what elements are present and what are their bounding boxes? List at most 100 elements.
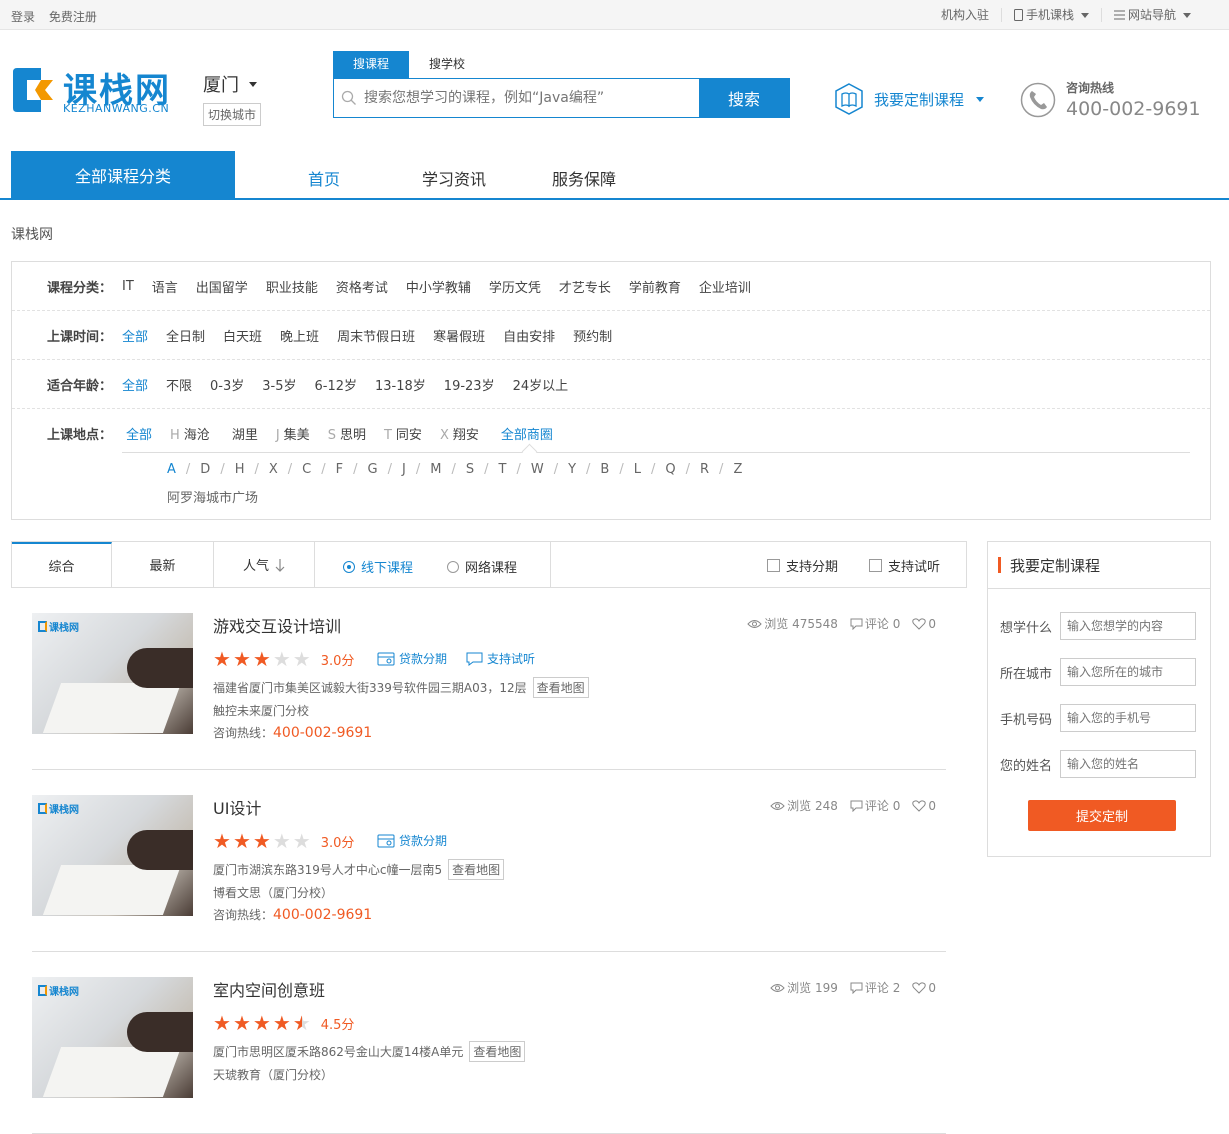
filter-option[interactable]: 晚上班 [280, 326, 319, 345]
checkbox-trial[interactable]: 支持试听 [869, 556, 940, 575]
filter-option[interactable]: 出国留学 [196, 277, 248, 296]
sort-composite[interactable]: 综合 [12, 542, 112, 587]
course-card[interactable]: 课栈网 室内空间创意班 浏览 199 评论 2 0 ★ ★ ★ ★ ★ 4.5分 厦门市思明区厦禾路8… [32, 952, 946, 1134]
view-map-button[interactable]: 查看地图 [469, 1041, 526, 1062]
letter-filter[interactable]: Z [733, 462, 742, 477]
loan-tag[interactable]: 贷款分期 [377, 650, 447, 667]
custom-course-dropdown[interactable]: 我要定制课程 [832, 82, 985, 116]
course-title[interactable]: 室内空间创意班 [213, 977, 325, 1001]
phone-input[interactable] [1060, 704, 1196, 732]
filter-option[interactable]: T 同安 [384, 424, 422, 443]
letter-filter[interactable]: B [600, 462, 609, 477]
site-logo[interactable]: 课栈网 KEZHANWANG.CN [11, 63, 176, 118]
tab-search-course[interactable]: 搜课程 [333, 51, 409, 78]
site-nav-dropdown[interactable]: 网站导航 [1100, 8, 1203, 22]
likes-stat[interactable]: 0 [912, 979, 936, 996]
letter-filter[interactable]: S [466, 462, 474, 477]
filter-option[interactable]: S 思明 [328, 424, 366, 443]
likes-stat[interactable]: 0 [912, 615, 936, 632]
city-selector[interactable]: 厦门 [203, 71, 257, 97]
filter-option[interactable]: 全日制 [166, 326, 205, 345]
course-thumbnail[interactable]: 课栈网 [32, 613, 193, 734]
letter-filter[interactable]: G [368, 462, 378, 477]
nav-home[interactable]: 首页 [308, 166, 340, 190]
filter-option[interactable]: 自由安排 [503, 326, 555, 345]
login-link[interactable]: 登录 [11, 10, 35, 24]
filter-option[interactable]: 语言 [152, 277, 178, 296]
filter-option[interactable]: 企业培训 [699, 277, 751, 296]
filter-option[interactable]: 湖里 [228, 424, 258, 443]
letter-filter[interactable]: A [167, 462, 176, 477]
filter-option[interactable]: 寒暑假班 [433, 326, 485, 345]
letter-filter[interactable]: H [235, 462, 245, 477]
filter-option[interactable]: 不限 [166, 375, 192, 394]
school-name[interactable]: 博看文思（厦门分校） [213, 884, 333, 901]
view-map-button[interactable]: 查看地图 [532, 677, 589, 698]
mobile-dropdown[interactable]: 手机课栈 [1000, 8, 1101, 22]
filter-option[interactable]: 预约制 [573, 326, 612, 345]
filter-option[interactable]: 白天班 [223, 326, 262, 345]
filter-option-all-malls[interactable]: 全部商圈 [497, 424, 553, 443]
course-card[interactable]: 课栈网 游戏交互设计培训 浏览 475548 评论 0 0 ★ ★ ★ ★ ★ 3.0分 贷款分期 支持… [32, 588, 946, 770]
letter-filter[interactable]: D [200, 462, 210, 477]
filter-option[interactable]: H 海沧 [170, 424, 210, 443]
letter-filter[interactable]: L [634, 462, 641, 477]
city-input[interactable] [1060, 658, 1196, 686]
course-card[interactable]: 课栈网 UI设计 浏览 248 评论 0 0 ★ ★ ★ ★ ★ 3.0分 贷款分期 厦门市湖滨东路31… [32, 770, 946, 952]
want-input[interactable] [1060, 612, 1196, 640]
course-title[interactable]: UI设计 [213, 795, 261, 819]
letter-filter[interactable]: W [531, 462, 544, 477]
sort-newest[interactable]: 最新 [112, 542, 214, 587]
letter-filter[interactable]: F [336, 462, 343, 477]
radio-online[interactable]: 网络课程 [447, 557, 517, 576]
tab-search-school[interactable]: 搜学校 [409, 51, 485, 78]
letter-filter[interactable]: R [700, 462, 709, 477]
radio-offline[interactable]: 线下课程 [343, 557, 413, 576]
view-map-button[interactable]: 查看地图 [448, 859, 505, 880]
filter-option[interactable]: 全部 [122, 375, 148, 394]
course-title[interactable]: 游戏交互设计培训 [213, 613, 341, 637]
nav-service[interactable]: 服务保障 [552, 166, 616, 190]
filter-option[interactable]: 全部 [122, 424, 152, 443]
comments-stat[interactable]: 评论 0 [850, 615, 900, 632]
filter-option[interactable]: 学历文凭 [489, 277, 541, 296]
breadcrumb[interactable]: 课栈网 [11, 224, 53, 244]
filter-option[interactable]: 0-3岁 [210, 375, 244, 394]
letter-filter[interactable]: J [402, 462, 406, 477]
filter-option[interactable]: 3-5岁 [262, 375, 296, 394]
mall-option[interactable]: 阿罗海城市广场 [167, 487, 258, 506]
filter-option[interactable]: 13-18岁 [375, 375, 426, 394]
filter-option[interactable]: 全部 [122, 326, 148, 345]
school-name[interactable]: 天琥教育（厦门分校） [213, 1066, 333, 1083]
switch-city-button[interactable]: 切换城市 [203, 103, 262, 126]
filter-option[interactable]: 24岁以上 [513, 375, 569, 394]
letter-filter[interactable]: Q [665, 462, 675, 477]
sort-popular[interactable]: 人气 [214, 542, 315, 587]
comments-stat[interactable]: 评论 2 [850, 979, 900, 996]
comments-stat[interactable]: 评论 0 [850, 797, 900, 814]
name-input[interactable] [1060, 750, 1196, 778]
letter-filter[interactable]: T [498, 462, 506, 477]
filter-option[interactable]: 才艺专长 [559, 277, 611, 296]
checkbox-installment[interactable]: 支持分期 [767, 556, 838, 575]
all-categories-button[interactable]: 全部课程分类 [11, 151, 235, 198]
org-join-link[interactable]: 机构入驻 [929, 8, 1001, 22]
filter-option[interactable]: 资格考试 [336, 277, 388, 296]
likes-stat[interactable]: 0 [912, 797, 936, 814]
letter-filter[interactable]: M [430, 462, 441, 477]
filter-option[interactable]: 职业技能 [266, 277, 318, 296]
loan-tag[interactable]: 贷款分期 [377, 832, 447, 849]
letter-filter[interactable]: Y [568, 462, 576, 477]
school-name[interactable]: 触控未来厦门分校 [213, 702, 309, 719]
letter-filter[interactable]: X [269, 462, 278, 477]
filter-option[interactable]: X 翔安 [440, 424, 479, 443]
letter-filter[interactable]: C [302, 462, 311, 477]
filter-option[interactable]: 6-12岁 [315, 375, 358, 394]
filter-option[interactable]: 19-23岁 [444, 375, 495, 394]
submit-button[interactable]: 提交定制 [1028, 800, 1176, 831]
course-thumbnail[interactable]: 课栈网 [32, 795, 193, 916]
search-input[interactable] [364, 79, 699, 117]
filter-option[interactable]: J 集美 [276, 424, 310, 443]
register-link[interactable]: 免费注册 [49, 10, 97, 24]
filter-option[interactable]: IT [122, 279, 134, 294]
